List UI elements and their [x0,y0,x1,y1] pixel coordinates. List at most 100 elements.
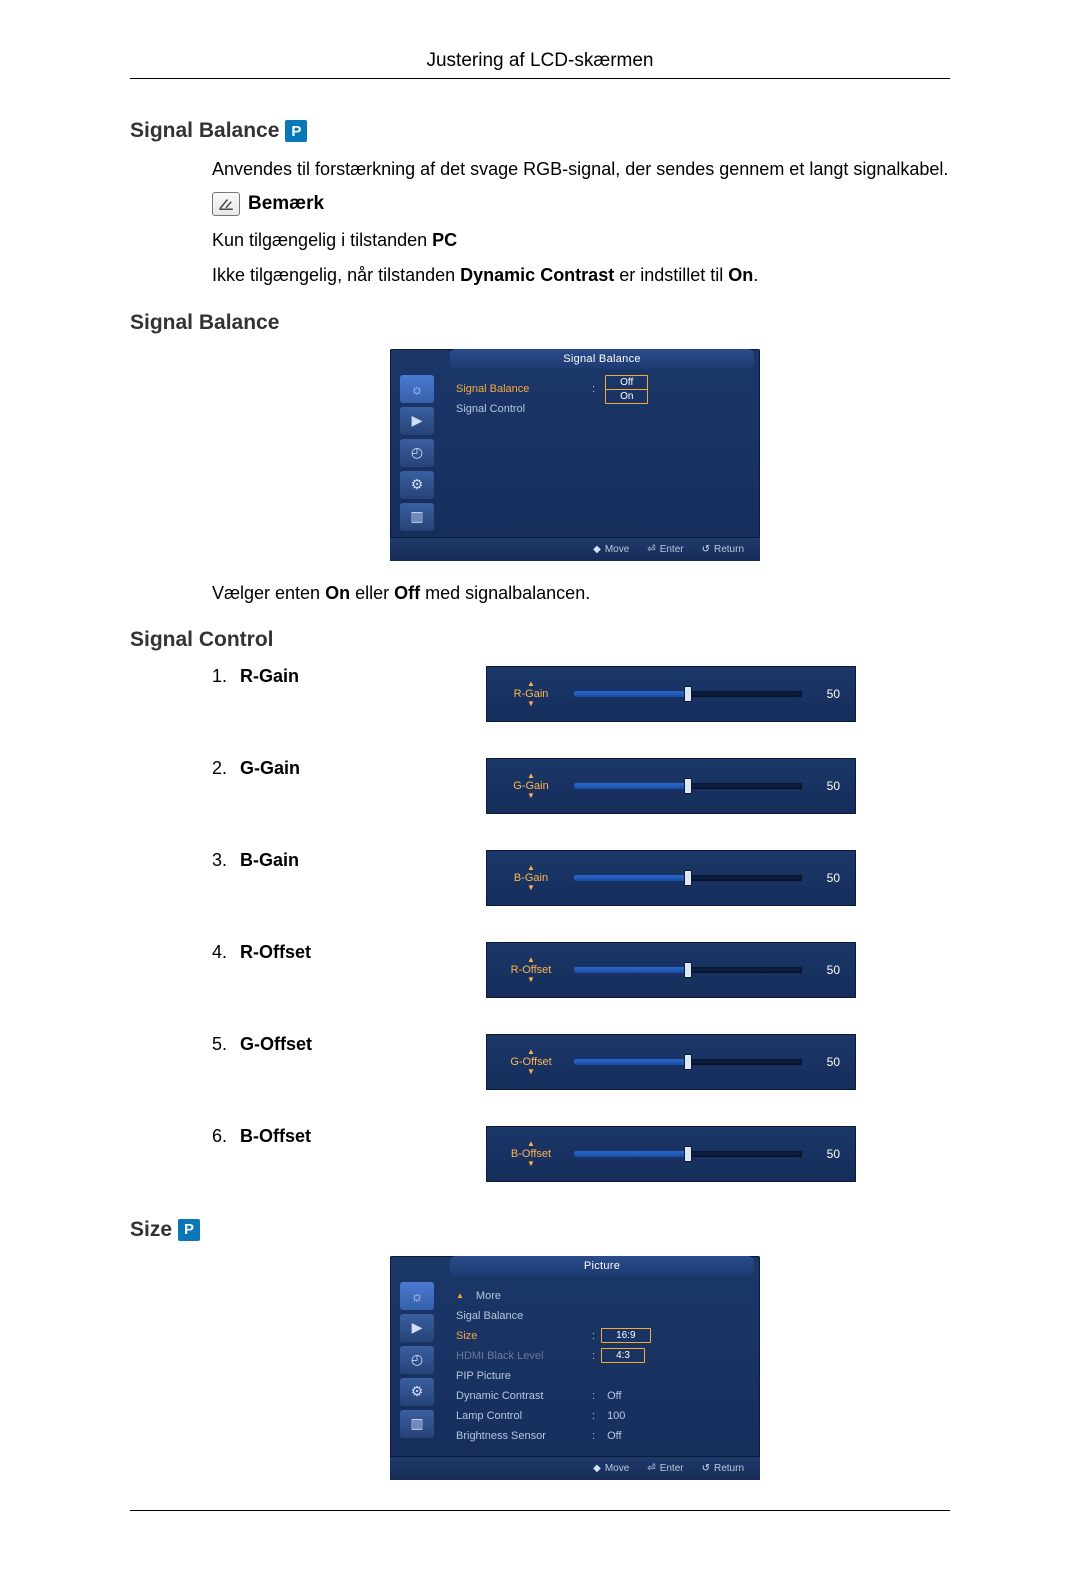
slider-track[interactable] [574,689,802,699]
osd-row-label: Lamp Control [456,1410,586,1422]
osd-row[interactable]: HDMI Black Level:4:3 [456,1346,748,1366]
osd-row-signal-balance[interactable]: Signal Balance : Off On [456,379,748,399]
osd-tab-sound-icon[interactable]: ▶ [400,1314,434,1342]
list-label: B-Gain [240,850,390,871]
note-icon [212,192,240,216]
osd-row-label: Size [456,1330,586,1342]
slider-thumb[interactable] [684,870,692,886]
slider-thumb[interactable] [684,1054,692,1070]
osd-row-label: Dynamic Contrast [456,1390,586,1402]
down-arrow-icon: ▼ [527,792,535,800]
osd-menu: ▲ More Sigal BalanceSize:16:9HDMI Black … [444,1276,760,1456]
slider-track[interactable] [574,873,802,883]
slider-track[interactable] [574,1057,802,1067]
slider-thumb[interactable] [684,1146,692,1162]
osd-slider-panel: ▲ G-Offset ▼ 50 [486,1034,856,1090]
slider-name: ▲ G-Gain ▼ [502,772,560,800]
down-arrow-icon: ▼ [527,700,535,708]
list-label: B-Offset [240,1126,390,1147]
note-row: Bemærk [212,192,950,216]
osd-tab-multi-icon[interactable]: ▥ [400,1410,434,1438]
section-signal-balance-heading: Signal Balance P [130,119,950,143]
slider-thumb[interactable] [684,962,692,978]
slider-track[interactable] [574,965,802,975]
osd-row[interactable]: Sigal Balance [456,1306,748,1326]
osd-row-label: Brightness Sensor [456,1430,586,1442]
slider-name: ▲ B-Offset ▼ [502,1140,560,1168]
osd-row[interactable]: PIP Picture [456,1366,748,1386]
osd-row[interactable]: Lamp Control:100 [456,1406,748,1426]
slider-name: ▲ B-Gain ▼ [502,864,560,892]
section-size-heading: SizeP [130,1218,950,1242]
osd-tab-picture-icon[interactable]: ☼ [400,1282,434,1310]
signal-control-list: 1. R-Gain ▲ R-Gain ▼ 50 2. G-Gain ▲ G-Ga… [212,666,950,1182]
signal-control-item: 1. R-Gain ▲ R-Gain ▼ 50 [212,666,950,722]
signal-control-item: 2. G-Gain ▲ G-Gain ▼ 50 [212,758,950,814]
list-number: 2. [212,758,240,779]
osd-row[interactable]: Dynamic Contrast:Off [456,1386,748,1406]
osd-tab-sound-icon[interactable]: ▶ [400,407,434,435]
list-label: G-Gain [240,758,390,779]
slider-name: ▲ R-Gain ▼ [502,680,560,708]
osd-row[interactable]: Size:16:9 [456,1326,748,1346]
slider-value: 50 [816,963,840,977]
up-arrow-icon: ▲ [456,1291,464,1300]
osd-row-more[interactable]: ▲ More [456,1286,748,1306]
signal-control-item: 3. B-Gain ▲ B-Gain ▼ 50 [212,850,950,906]
osd-option-off[interactable]: Off [605,375,648,390]
osd-value: Off [607,1390,621,1402]
choose-prefix: Vælger enten [212,583,325,603]
osd-row[interactable]: Brightness Sensor:Off [456,1426,748,1446]
footer-rule [130,1510,950,1511]
osd-sidebar: ☼ ▶ ◴ ⚙ ▥ [390,369,444,537]
signal-balance-choose: Vælger enten On eller Off med signalbala… [212,581,950,606]
slider-track[interactable] [574,1149,802,1159]
slider-track[interactable] [574,781,802,791]
pc-mode-icon: P [178,1219,200,1241]
slider-value: 50 [816,779,840,793]
osd-tab-clock-icon[interactable]: ◴ [400,439,434,467]
signal-control-item: 5. G-Offset ▲ G-Offset ▼ 50 [212,1034,950,1090]
osd-option[interactable]: 4:3 [601,1348,645,1363]
osd-row-label: PIP Picture [456,1370,586,1382]
osd-row-signal-control[interactable]: Signal Control [456,399,748,419]
osd-footer: ◆Move ⏎Enter ↺Return [390,1456,760,1480]
section-signal-control-heading: Signal Control [130,628,950,652]
slider-name: ▲ R-Offset ▼ [502,956,560,984]
down-arrow-icon: ▼ [527,1068,535,1076]
osd-hint-return: ↺Return [702,1463,744,1474]
osd-slider-panel: ▲ B-Offset ▼ 50 [486,1126,856,1182]
list-label: G-Offset [240,1034,390,1055]
slider-value: 50 [816,871,840,885]
choose-off: Off [394,583,420,603]
osd-tab-setup-icon[interactable]: ⚙ [400,471,434,499]
up-arrow-icon: ▲ [527,680,535,688]
osd-tab-multi-icon[interactable]: ▥ [400,503,434,531]
slider-thumb[interactable] [684,686,692,702]
note2-bold1: Dynamic Contrast [460,265,614,285]
osd-signal-balance: Signal Balance ☼ ▶ ◴ ⚙ ▥ Signal Balance … [390,349,760,561]
osd-slider-panel: ▲ B-Gain ▼ 50 [486,850,856,906]
note2-bold2: On [728,265,753,285]
osd-signal-balance-options[interactable]: Off On [605,375,648,403]
osd-hint-move: ◆Move [593,1463,629,1474]
slider-name: ▲ G-Offset ▼ [502,1048,560,1076]
osd-value: Off [607,1430,621,1442]
list-number: 5. [212,1034,240,1055]
slider-value: 50 [816,1055,840,1069]
pc-mode-icon: P [285,120,307,142]
note-line-2: Ikke tilgængelig, når tilstanden Dynamic… [212,263,950,288]
osd-option-on[interactable]: On [605,389,648,404]
osd-option[interactable]: 16:9 [601,1328,650,1343]
osd-title: Signal Balance [450,349,754,369]
osd-tab-clock-icon[interactable]: ◴ [400,1346,434,1374]
choose-suffix: med signalbalancen. [420,583,590,603]
signal-control-item: 4. R-Offset ▲ R-Offset ▼ 50 [212,942,950,998]
up-arrow-icon: ▲ [527,1140,535,1148]
osd-row-label: More [476,1290,606,1302]
slider-thumb[interactable] [684,778,692,794]
down-arrow-icon: ▼ [527,976,535,984]
osd-tab-setup-icon[interactable]: ⚙ [400,1378,434,1406]
osd-tab-picture-icon[interactable]: ☼ [400,375,434,403]
choose-on: On [325,583,350,603]
